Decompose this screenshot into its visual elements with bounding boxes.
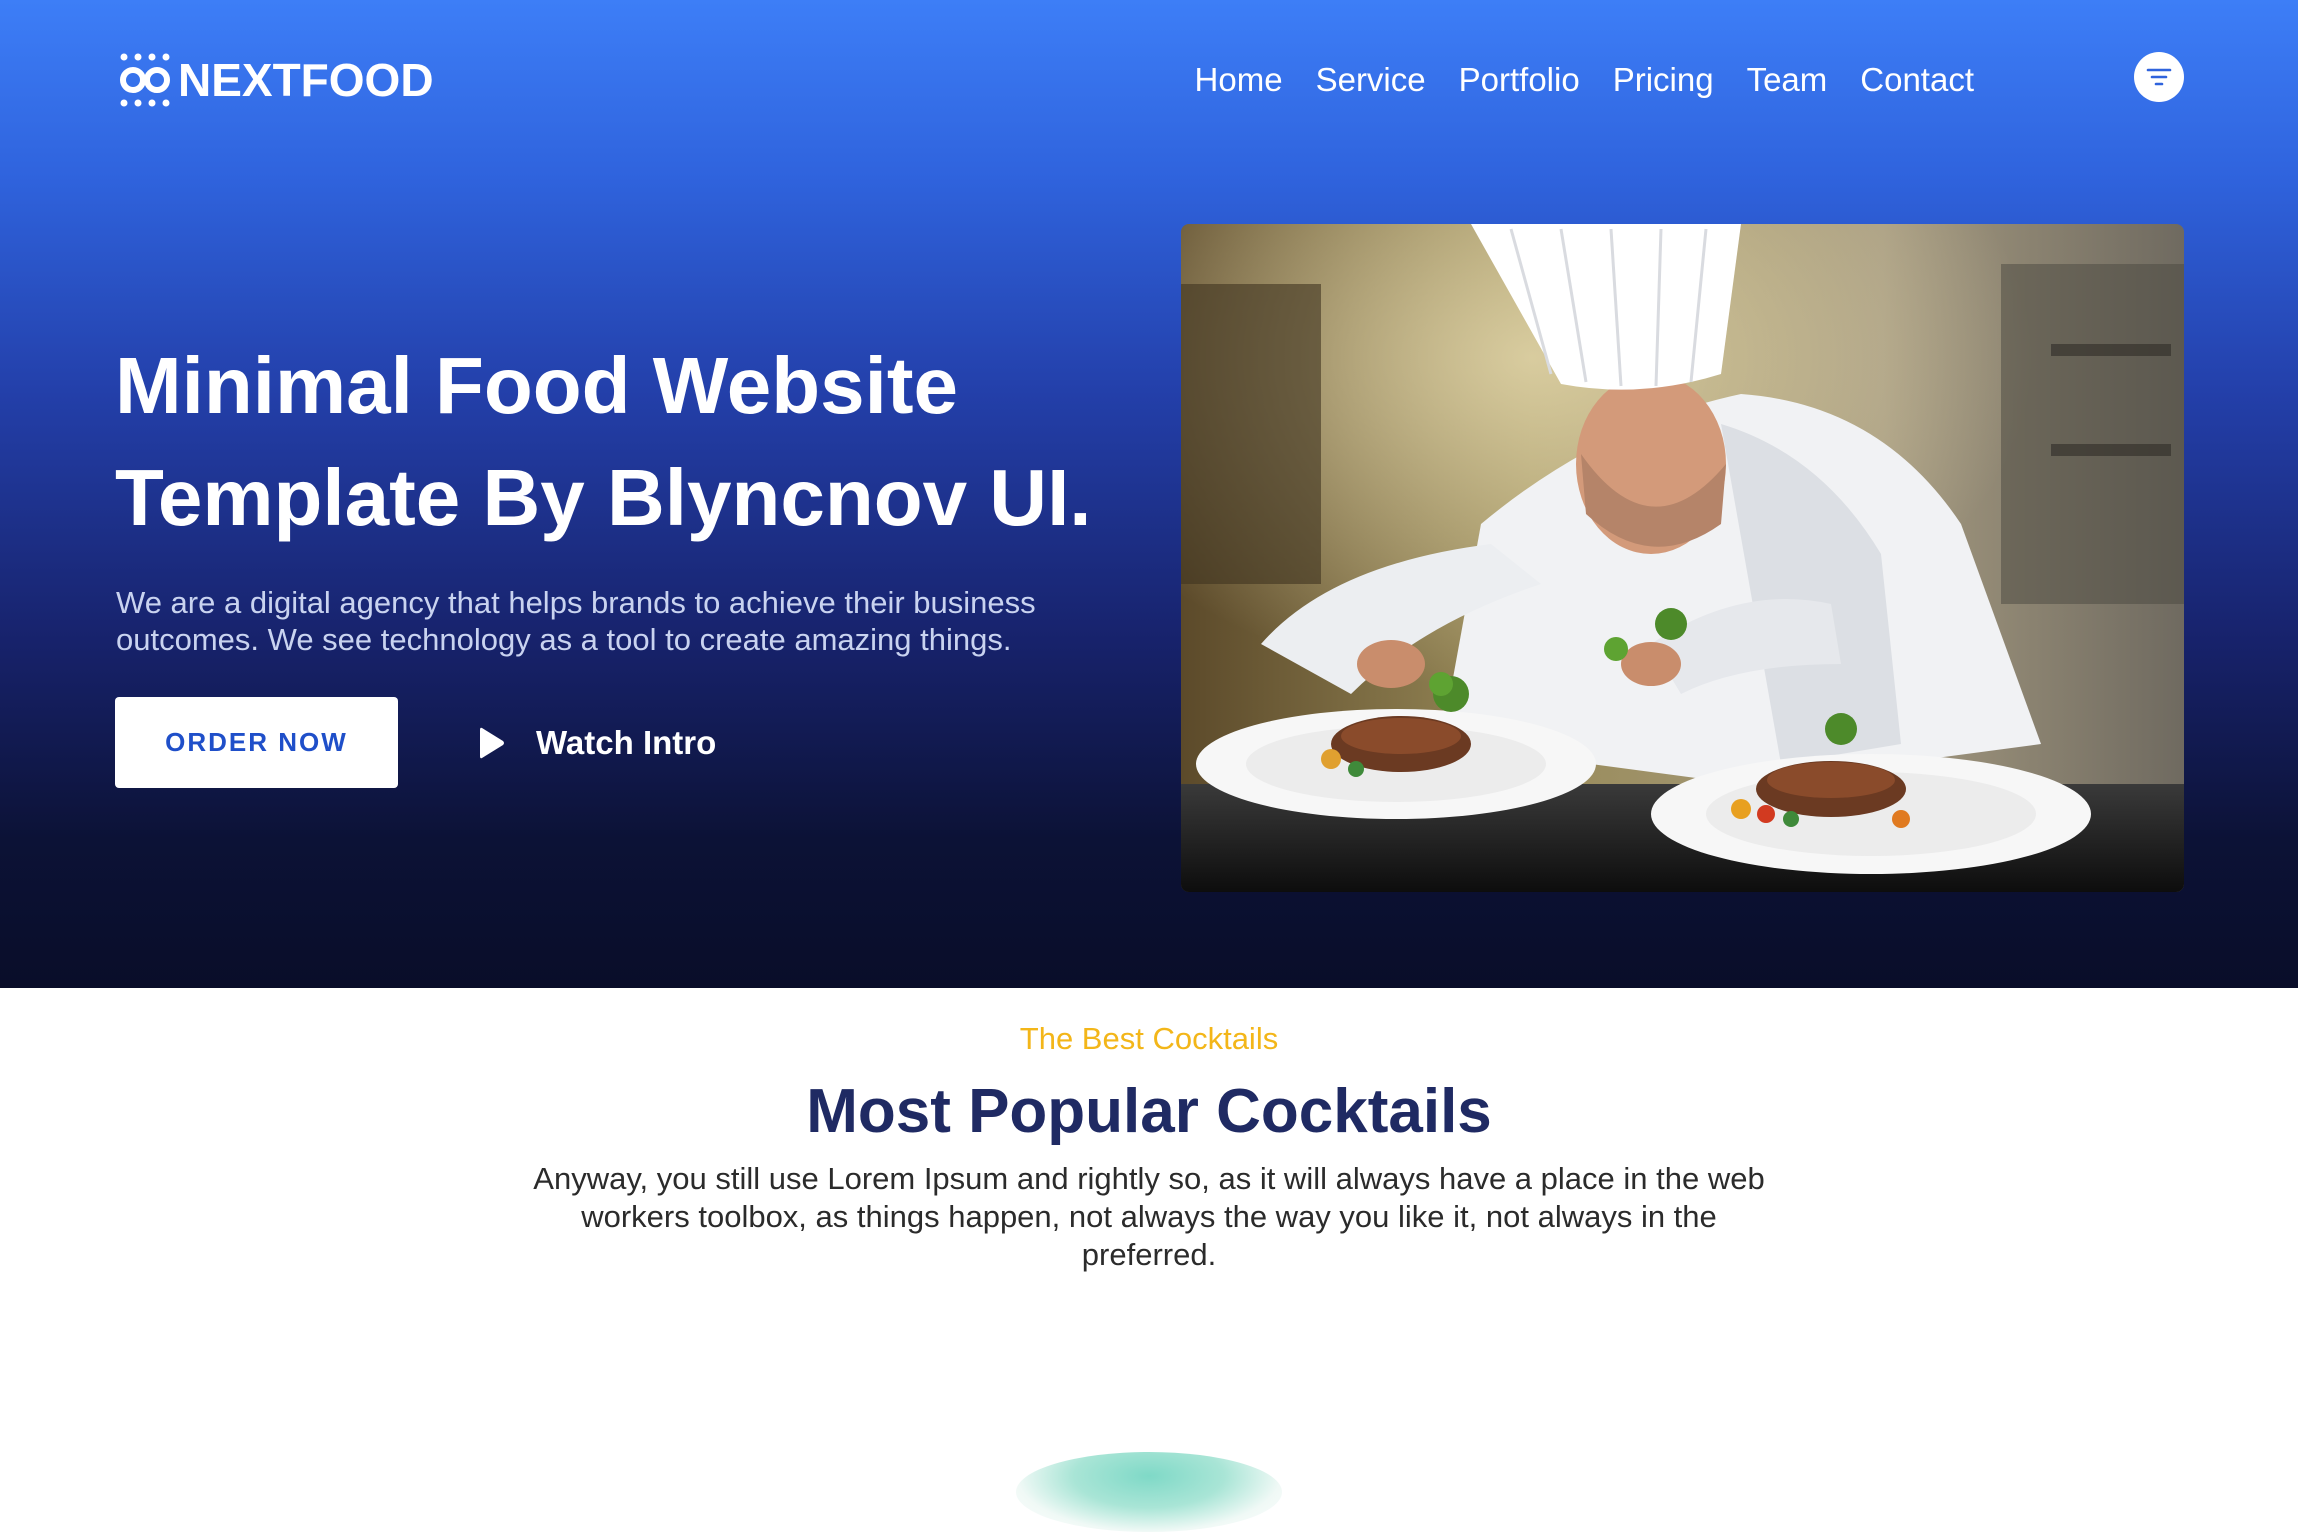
main-nav: Home Service Portfolio Pricing Team Cont… xyxy=(1162,58,1974,102)
hero-image-chef xyxy=(1181,224,2184,892)
filter-menu-button[interactable] xyxy=(2134,52,2184,102)
nav-portfolio[interactable]: Portfolio xyxy=(1459,58,1580,102)
watch-intro-button[interactable]: Watch Intro xyxy=(478,718,716,768)
hero-title-line2: Template By Blyncnov UI. xyxy=(115,453,1092,542)
section-description: Anyway, you still use Lorem Ipsum and ri… xyxy=(533,1161,1765,1272)
hero-title-line1: Minimal Food Website xyxy=(115,341,959,430)
nav-pricing[interactable]: Pricing xyxy=(1613,58,1714,102)
cocktail-image-peek xyxy=(1016,1452,1282,1532)
logo-text: NEXTFOOD xyxy=(178,54,434,106)
nav-service[interactable]: Service xyxy=(1316,58,1426,102)
logo-icon xyxy=(120,53,170,107)
order-now-button[interactable]: ORDER NOW xyxy=(115,697,398,788)
nav-home[interactable]: Home xyxy=(1195,58,1283,102)
hero-title: Minimal Food Website Template By Blyncno… xyxy=(115,330,1135,554)
nav-contact[interactable]: Contact xyxy=(1860,58,1974,102)
hero-section: NEXTFOOD Home Service Portfolio Pricing … xyxy=(0,0,2298,988)
logo[interactable]: NEXTFOOD xyxy=(118,52,434,108)
section-kicker: The Best Cocktails xyxy=(1019,1021,1279,1056)
play-icon xyxy=(480,727,504,759)
nav-team[interactable]: Team xyxy=(1747,58,1828,102)
section-title: Most Popular Cocktails xyxy=(806,1077,1492,1146)
hero-description: We are a digital agency that helps brand… xyxy=(116,585,1036,657)
filter-icon xyxy=(2146,68,2172,86)
watch-intro-label: Watch Intro xyxy=(536,724,717,761)
